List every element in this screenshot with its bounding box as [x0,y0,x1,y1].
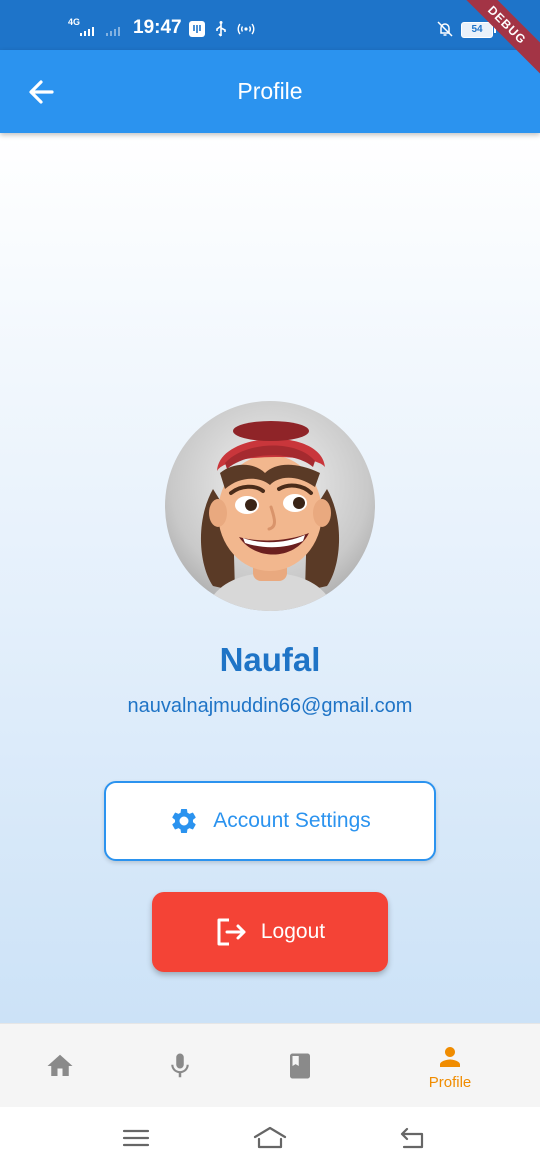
nav-item-voice[interactable] [120,1024,240,1108]
status-time: 19:47 [133,17,182,38]
status-bar: 4G 19:47 54 [0,0,540,50]
app-bar: Profile [0,50,540,133]
logout-button[interactable]: Logout [152,892,388,972]
gear-icon [172,808,196,833]
hotspot-icon [237,23,255,35]
back-system-icon[interactable] [392,1123,432,1153]
user-email: nauvalnajmuddin66@gmail.com [127,695,413,717]
account-settings-label: Account Settings [213,809,371,832]
logout-label: Logout [260,920,326,943]
signal-strength-icon [80,27,94,36]
book-icon [290,1053,310,1079]
nav-label-profile: Profile [428,1073,472,1091]
avatar [165,401,375,611]
person-icon [440,1046,460,1067]
menu-icon[interactable] [116,1123,156,1153]
usb-icon [216,21,226,37]
account-settings-button[interactable]: Account Settings [104,781,436,861]
system-navigation-bar [0,1107,540,1170]
avatar-illustration [200,421,340,611]
bottom-navigation: Profile [0,1023,540,1107]
profile-content: Naufal nauvalnajmuddin66@gmail.com Accou… [0,133,540,1023]
home-system-icon[interactable] [250,1123,290,1153]
network-type: 4G [68,17,81,27]
signal-strength-secondary-icon [106,27,120,36]
user-name: Naufal [219,641,321,678]
notifications-off-icon [437,21,453,37]
logout-icon [217,918,246,946]
home-icon [47,1054,73,1076]
nav-item-profile[interactable]: Profile [390,1024,510,1108]
nav-item-home[interactable] [0,1024,120,1108]
usb-debug-icon [189,21,205,37]
nav-item-book[interactable] [240,1024,360,1108]
mic-icon [171,1053,189,1078]
battery-indicator: 54 [461,22,496,38]
page-title: Profile [237,78,303,104]
